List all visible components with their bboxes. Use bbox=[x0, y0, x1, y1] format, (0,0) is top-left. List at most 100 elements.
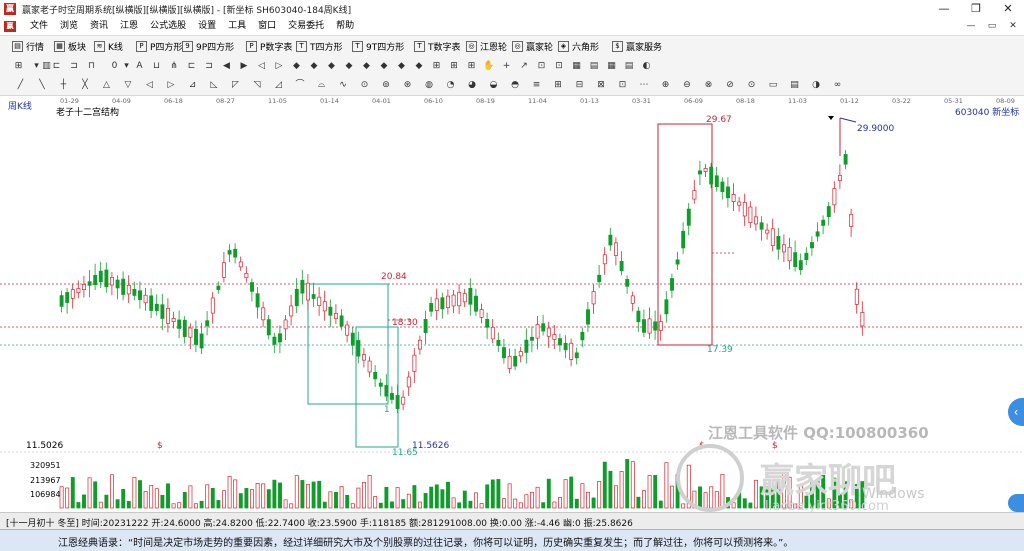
analysis-tool-icon[interactable]: ∿ bbox=[337, 79, 350, 92]
menu-item-9[interactable]: 帮助 bbox=[330, 20, 360, 33]
menu-item-1[interactable]: 浏览 bbox=[54, 20, 84, 33]
analysis-tool-icon[interactable]: ⊿ bbox=[186, 79, 199, 92]
analysis-tool-icon[interactable]: ⋯ bbox=[638, 79, 651, 92]
analysis-tool-icon[interactable]: ◒ bbox=[487, 79, 500, 92]
draw-tool-icon[interactable]: ◆ bbox=[343, 60, 356, 73]
menu-item-5[interactable]: 设置 bbox=[192, 20, 222, 33]
text-tool-icon[interactable]: A bbox=[133, 60, 146, 73]
analysis-tool-icon[interactable]: ▽ bbox=[122, 79, 135, 92]
toolbar-button-8[interactable]: T T数字表 bbox=[414, 40, 461, 53]
analysis-tool-icon[interactable]: ⊗ bbox=[702, 79, 715, 92]
draw-tool-icon[interactable]: ⊓ bbox=[85, 60, 98, 73]
menu-item-6[interactable]: 工具 bbox=[222, 20, 252, 33]
analysis-tool-icon[interactable]: ⊡ bbox=[616, 79, 629, 92]
draw-tool-icon[interactable]: ✋ bbox=[483, 60, 496, 73]
menu-item-3[interactable]: 江恩 bbox=[114, 20, 144, 33]
analysis-tool-icon[interactable]: ▷ bbox=[165, 79, 178, 92]
toolbar-button-1[interactable]: ▦ 板块 bbox=[54, 40, 86, 53]
draw-tool-icon[interactable]: ◆ bbox=[413, 60, 426, 73]
draw-tool-icon[interactable]: ◁ bbox=[255, 60, 268, 73]
analysis-tool-icon[interactable]: ⊠ bbox=[595, 79, 608, 92]
draw-tool-icon[interactable]: ⊞ bbox=[430, 60, 443, 73]
toolbar-button-11[interactable]: ◈ 六角形 bbox=[558, 40, 599, 53]
draw-tool-icon[interactable]: ◆ bbox=[308, 60, 321, 73]
draw-tool-icon[interactable]: ◆ bbox=[395, 60, 408, 73]
draw-tool-icon[interactable]: ⊐ bbox=[203, 60, 216, 73]
toolbar-button-6[interactable]: T T四方形 bbox=[296, 40, 343, 53]
draw-tool-icon[interactable]: ⊞ bbox=[448, 60, 461, 73]
analysis-tool-icon[interactable]: ╳ bbox=[79, 79, 92, 92]
analysis-tool-icon[interactable]: ⌓ bbox=[315, 79, 328, 92]
draw-tool-icon[interactable]: ◐ bbox=[640, 60, 653, 73]
draw-tool-icon[interactable]: ▶ bbox=[238, 60, 251, 73]
draw-tool-icon[interactable]: ⊏ bbox=[50, 60, 63, 73]
dropdown-icon[interactable]: ▾ bbox=[120, 60, 133, 73]
kline-chart[interactable]: 01-29 04-09 06-18 08-27 11-05 01-14 04-01 06-10… bbox=[0, 96, 1024, 514]
maximize-button[interactable]: ❐ bbox=[960, 0, 992, 18]
menu-item-2[interactable]: 资讯 bbox=[84, 20, 114, 33]
toolbar-button-9[interactable]: ◎ 江恩轮 bbox=[466, 40, 507, 53]
analysis-tool-icon[interactable]: ⊙ bbox=[745, 79, 758, 92]
toolbar-button-7[interactable]: T 9T四方形 bbox=[352, 40, 404, 53]
analysis-tool-icon[interactable]: ◍ bbox=[423, 79, 436, 92]
draw-tool-icon[interactable]: ⊐ bbox=[68, 60, 81, 73]
analysis-tool-icon[interactable]: ╱ bbox=[14, 79, 27, 92]
mdi-minimize-button[interactable]: — bbox=[960, 18, 982, 35]
draw-tool-icon[interactable]: ▤ bbox=[588, 60, 601, 73]
menu-item-7[interactable]: 窗口 bbox=[252, 20, 282, 33]
draw-tool-icon[interactable]: ◆ bbox=[290, 60, 303, 73]
cycle-icon[interactable]: ⊞ bbox=[12, 60, 25, 73]
analysis-tool-icon[interactable]: ⊟ bbox=[573, 79, 586, 92]
analysis-tool-icon[interactable]: ◿ bbox=[272, 79, 285, 92]
draw-tool-icon[interactable]: ⊡ bbox=[553, 60, 566, 73]
analysis-tool-icon[interactable]: ▤ bbox=[788, 79, 801, 92]
toolbar-button-5[interactable]: P P数字表 bbox=[246, 40, 292, 53]
analysis-tool-icon[interactable]: ⊖ bbox=[681, 79, 694, 92]
draw-tool-icon[interactable]: ▤ bbox=[623, 60, 636, 73]
menu-item-8[interactable]: 交易委托 bbox=[282, 20, 330, 33]
toolbar-button-12[interactable]: $ 赢家服务 bbox=[612, 40, 662, 53]
analysis-tool-icon[interactable]: ⊚ bbox=[380, 79, 393, 92]
draw-tool-icon[interactable]: ⊡ bbox=[535, 60, 548, 73]
draw-tool-icon[interactable]: ◆ bbox=[325, 60, 338, 73]
analysis-tool-icon[interactable]: ╲ bbox=[36, 79, 49, 92]
side-panel-button[interactable] bbox=[1008, 494, 1024, 512]
mdi-restore-button[interactable]: ▭ bbox=[981, 18, 1003, 35]
toolbar-button-2[interactable]: ≋ K线 bbox=[94, 40, 123, 53]
toolbar-button-4[interactable]: 9 9P四方形 bbox=[182, 40, 234, 53]
toolbar-button-0[interactable]: ▤ 行情 bbox=[12, 40, 44, 53]
analysis-tool-icon[interactable]: ◓ bbox=[509, 79, 522, 92]
analysis-tool-icon[interactable]: ◸ bbox=[229, 79, 242, 92]
chart-area[interactable]: 01-29 04-09 06-18 08-27 11-05 01-14 04-01 06-10… bbox=[0, 96, 1024, 514]
draw-tool-icon[interactable]: ◀ bbox=[220, 60, 233, 73]
draw-tool-icon[interactable]: ▷ bbox=[273, 60, 286, 73]
draw-tool-icon[interactable]: ↗ bbox=[518, 60, 531, 73]
draw-tool-icon[interactable]: ◆ bbox=[360, 60, 373, 73]
analysis-tool-icon[interactable]: ⊛ bbox=[401, 79, 414, 92]
draw-tool-icon[interactable]: ▦ bbox=[570, 60, 583, 73]
menu-item-4[interactable]: 公式选股 bbox=[144, 20, 192, 33]
draw-tool-icon[interactable]: ⋔ bbox=[168, 60, 181, 73]
analysis-tool-icon[interactable]: ⊘ bbox=[724, 79, 737, 92]
analysis-tool-icon[interactable]: ≡ bbox=[530, 79, 543, 92]
draw-tool-icon[interactable]: ◆ bbox=[378, 60, 391, 73]
close-button[interactable]: ✕ bbox=[992, 0, 1024, 18]
minimize-button[interactable]: — bbox=[928, 0, 960, 18]
analysis-tool-icon[interactable]: ◁ bbox=[143, 79, 156, 92]
analysis-tool-icon[interactable]: ∞ bbox=[831, 79, 844, 92]
analysis-tool-icon[interactable]: ⊞ bbox=[552, 79, 565, 92]
draw-tool-icon[interactable]: + bbox=[500, 60, 513, 73]
toolbar-button-10[interactable]: ◎ 赢家轮 bbox=[512, 40, 553, 53]
analysis-tool-icon[interactable]: ⊙ bbox=[358, 79, 371, 92]
analysis-tool-icon[interactable]: ◔ bbox=[444, 79, 457, 92]
analysis-tool-icon[interactable]: ◹ bbox=[251, 79, 264, 92]
draw-tool-icon[interactable]: ⊔ bbox=[150, 60, 163, 73]
analysis-tool-icon[interactable]: ⊕ bbox=[659, 79, 672, 92]
analysis-tool-icon[interactable]: ◺ bbox=[208, 79, 221, 92]
analysis-tool-icon[interactable]: △ bbox=[100, 79, 113, 92]
toolbar-button-3[interactable]: P P四方形 bbox=[136, 40, 182, 53]
draw-tool-icon[interactable]: ▦ bbox=[605, 60, 618, 73]
draw-tool-icon[interactable]: ⊞ bbox=[465, 60, 478, 73]
analysis-tool-icon[interactable]: ┼ bbox=[57, 79, 70, 92]
menu-item-0[interactable]: 文件 bbox=[24, 20, 54, 33]
